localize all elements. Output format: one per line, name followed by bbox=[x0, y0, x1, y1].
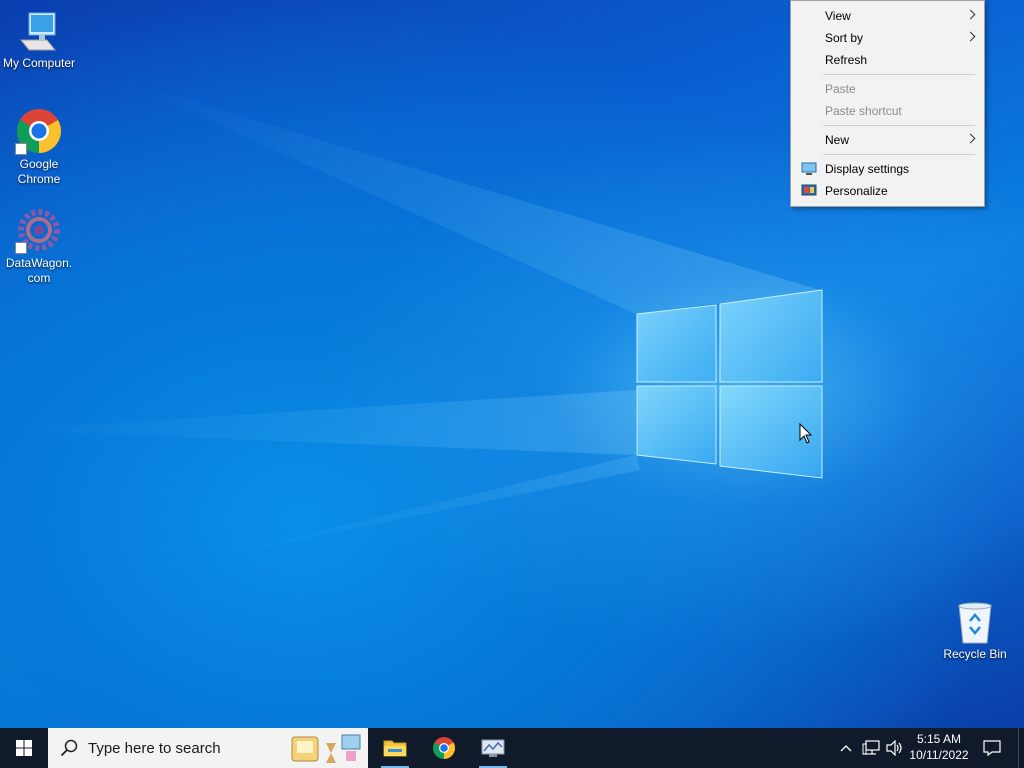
network-icon[interactable] bbox=[862, 740, 880, 756]
chevron-right-icon bbox=[965, 31, 976, 42]
menu-item-new[interactable]: New bbox=[791, 129, 984, 151]
datawagon-icon bbox=[15, 206, 63, 254]
start-button[interactable] bbox=[0, 728, 48, 768]
menu-item-paste-shortcut: Paste shortcut bbox=[791, 100, 984, 122]
desktop-icon-label: Google Chrome bbox=[17, 157, 61, 186]
desktop-icon-recycle-bin[interactable]: Recycle Bin bbox=[936, 601, 1014, 662]
taskbar: Type here to search 5:15 AM 10/11/2022 bbox=[0, 728, 1024, 768]
menu-item-display-settings[interactable]: Display settings bbox=[791, 158, 984, 180]
search-highlight-illustration-icon bbox=[291, 734, 361, 763]
desktop-icon-label: My Computer bbox=[2, 56, 76, 70]
menu-separator bbox=[823, 74, 975, 75]
folder-icon bbox=[383, 740, 407, 757]
mouse-cursor-icon bbox=[799, 423, 813, 444]
chrome-icon bbox=[15, 107, 63, 155]
menu-item-paste: Paste bbox=[791, 78, 984, 100]
menu-item-view[interactable]: View bbox=[791, 5, 984, 27]
menu-item-label: Display settings bbox=[825, 162, 910, 176]
shortcut-arrow-icon bbox=[15, 143, 27, 155]
menu-item-label: Paste shortcut bbox=[825, 104, 902, 118]
menu-separator bbox=[823, 154, 975, 155]
windows-logo-icon bbox=[636, 289, 823, 479]
taskbar-google-chrome[interactable] bbox=[424, 728, 464, 768]
desktop-icon-label: DataWagon.com bbox=[5, 256, 73, 285]
menu-item-refresh[interactable]: Refresh bbox=[791, 49, 984, 71]
desktop-icon-datawagon[interactable]: DataWagon.com bbox=[0, 206, 78, 286]
menu-item-personalize[interactable]: Personalize bbox=[791, 180, 984, 202]
menu-separator bbox=[823, 125, 975, 126]
shortcut-arrow-icon bbox=[15, 242, 27, 254]
taskbar-file-explorer[interactable] bbox=[375, 728, 415, 768]
menu-item-label: Sort by bbox=[825, 31, 864, 45]
action-center-icon[interactable] bbox=[983, 740, 1001, 756]
clock-time: 5:15 AM bbox=[916, 732, 962, 746]
desktop-context-menu: View Sort by Refresh Paste Paste shortcu… bbox=[790, 0, 985, 207]
show-hidden-icons-chevron-icon[interactable] bbox=[840, 744, 852, 752]
clock-date: 10/11/2022 bbox=[909, 748, 969, 762]
server-manager-icon bbox=[481, 739, 505, 757]
desktop-icon-google-chrome[interactable]: Google Chrome bbox=[0, 107, 78, 187]
recycle-bin-icon bbox=[953, 601, 997, 645]
taskbar-clock[interactable]: 5:15 AM 10/11/2022 bbox=[904, 731, 974, 763]
taskbar-server-manager[interactable] bbox=[473, 728, 513, 768]
menu-item-label: View bbox=[825, 9, 851, 23]
desktop-icon-my-computer[interactable]: My Computer bbox=[0, 10, 78, 71]
search-icon bbox=[60, 739, 78, 757]
computer-icon bbox=[17, 10, 61, 54]
menu-item-label: New bbox=[825, 133, 850, 147]
menu-item-sort-by[interactable]: Sort by bbox=[791, 27, 984, 49]
chevron-right-icon bbox=[965, 9, 976, 20]
chevron-right-icon bbox=[965, 133, 976, 144]
chrome-icon bbox=[433, 737, 455, 759]
menu-item-label: Refresh bbox=[825, 53, 868, 67]
show-desktop-button[interactable] bbox=[1018, 728, 1024, 768]
windows-start-icon bbox=[16, 740, 32, 756]
taskbar-search-box[interactable]: Type here to search bbox=[48, 728, 368, 768]
menu-item-label: Personalize bbox=[825, 184, 888, 198]
menu-item-label: Paste bbox=[825, 82, 856, 96]
desktop-icon-label: Recycle Bin bbox=[943, 647, 1007, 661]
personalize-icon bbox=[801, 184, 817, 196]
display-icon bbox=[801, 162, 817, 175]
volume-icon[interactable] bbox=[886, 740, 904, 756]
search-placeholder: Type here to search bbox=[88, 740, 221, 757]
